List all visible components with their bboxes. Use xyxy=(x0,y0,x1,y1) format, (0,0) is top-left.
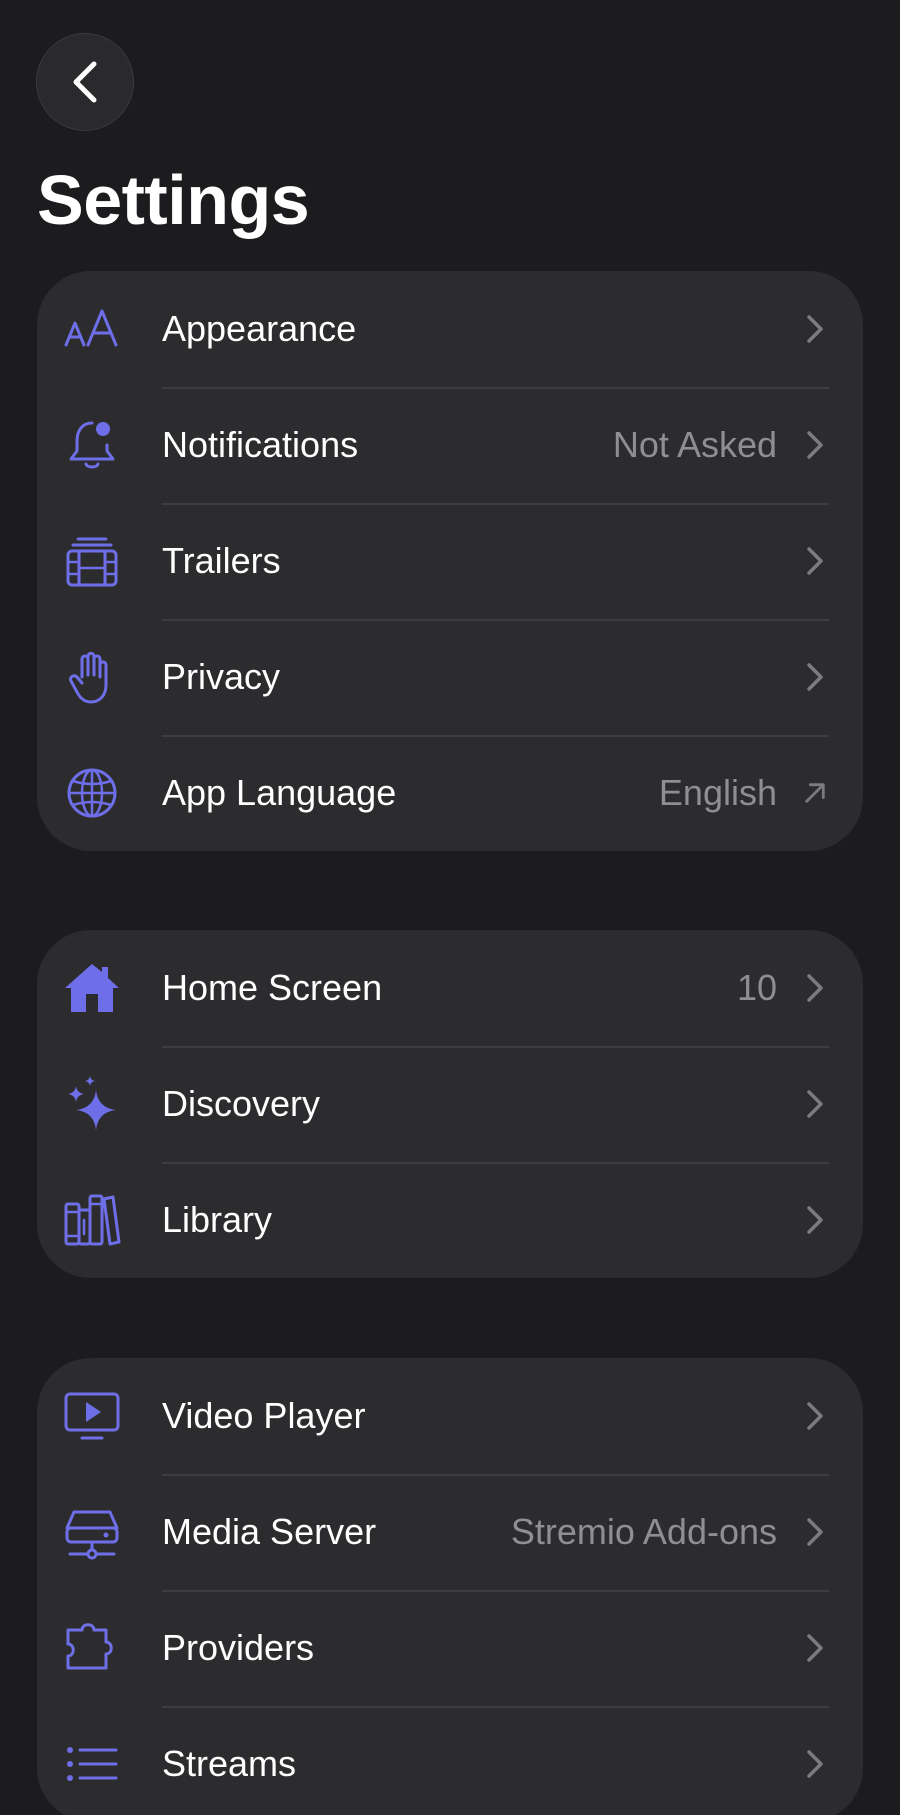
row-label: Video Player xyxy=(162,1395,366,1436)
row-label: Appearance xyxy=(162,308,357,349)
chevron-left-icon xyxy=(73,61,97,103)
row-privacy[interactable]: Privacy xyxy=(37,619,863,735)
globe-icon xyxy=(62,763,122,823)
row-media-server[interactable]: Media Server Stremio Add-ons xyxy=(37,1474,863,1590)
row-label: App Language xyxy=(162,772,397,813)
row-value: 10 xyxy=(736,967,777,1008)
row-label: Media Server xyxy=(162,1511,377,1552)
books-icon xyxy=(62,1190,122,1250)
sparkles-icon xyxy=(62,1074,122,1134)
film-stack-icon xyxy=(62,531,122,591)
row-label: Library xyxy=(162,1199,273,1240)
row-providers[interactable]: Providers xyxy=(37,1590,863,1706)
chevron-right-icon xyxy=(803,1514,827,1550)
chevron-right-icon xyxy=(803,311,827,347)
page-title: Settings xyxy=(37,161,310,239)
chevron-right-icon xyxy=(803,1202,827,1238)
back-button[interactable] xyxy=(36,33,134,131)
row-value: Stremio Add-ons xyxy=(510,1511,777,1552)
row-trailers[interactable]: Trailers xyxy=(37,503,863,619)
row-streams[interactable]: Streams xyxy=(37,1706,863,1815)
row-label: Providers xyxy=(162,1627,315,1668)
house-icon xyxy=(62,958,122,1018)
row-label: Streams xyxy=(162,1743,297,1784)
settings-group-playback: Video Player Media Server Stremio Add-on… xyxy=(37,1358,863,1815)
hand-raised-icon xyxy=(62,647,122,707)
settings-group-content: Home Screen 10 Discovery Library xyxy=(37,930,863,1278)
chevron-right-icon xyxy=(803,543,827,579)
chevron-right-icon xyxy=(803,1630,827,1666)
server-icon xyxy=(62,1502,122,1562)
row-app-language[interactable]: App Language English xyxy=(37,735,863,851)
row-label: Home Screen xyxy=(162,967,383,1008)
chevron-right-icon xyxy=(803,427,827,463)
list-bullet-icon xyxy=(62,1734,122,1794)
row-home-screen[interactable]: Home Screen 10 xyxy=(37,930,863,1046)
row-video-player[interactable]: Video Player xyxy=(37,1358,863,1474)
row-label: Discovery xyxy=(162,1083,321,1124)
chevron-right-icon xyxy=(803,659,827,695)
row-library[interactable]: Library xyxy=(37,1162,863,1278)
row-notifications[interactable]: Notifications Not Asked xyxy=(37,387,863,503)
chevron-right-icon xyxy=(803,1746,827,1782)
row-value: English xyxy=(658,772,777,813)
settings-group-general: Appearance Notifications Not Asked Trail… xyxy=(37,271,863,851)
settings-screen: Settings Appearance Notifications Not As… xyxy=(0,0,900,1815)
chevron-right-icon xyxy=(803,1086,827,1122)
chevron-right-icon xyxy=(803,1398,827,1434)
arrow-up-right-icon xyxy=(803,775,827,811)
row-label: Trailers xyxy=(162,540,281,581)
row-appearance[interactable]: Appearance xyxy=(37,271,863,387)
row-value: Not Asked xyxy=(612,424,777,465)
row-label: Notifications xyxy=(162,424,359,465)
chevron-right-icon xyxy=(803,970,827,1006)
row-discovery[interactable]: Discovery xyxy=(37,1046,863,1162)
play-display-icon xyxy=(62,1386,122,1446)
bell-badge-icon xyxy=(62,415,122,475)
text-size-icon xyxy=(62,299,122,359)
row-label: Privacy xyxy=(162,656,281,697)
puzzle-piece-icon xyxy=(62,1618,122,1678)
